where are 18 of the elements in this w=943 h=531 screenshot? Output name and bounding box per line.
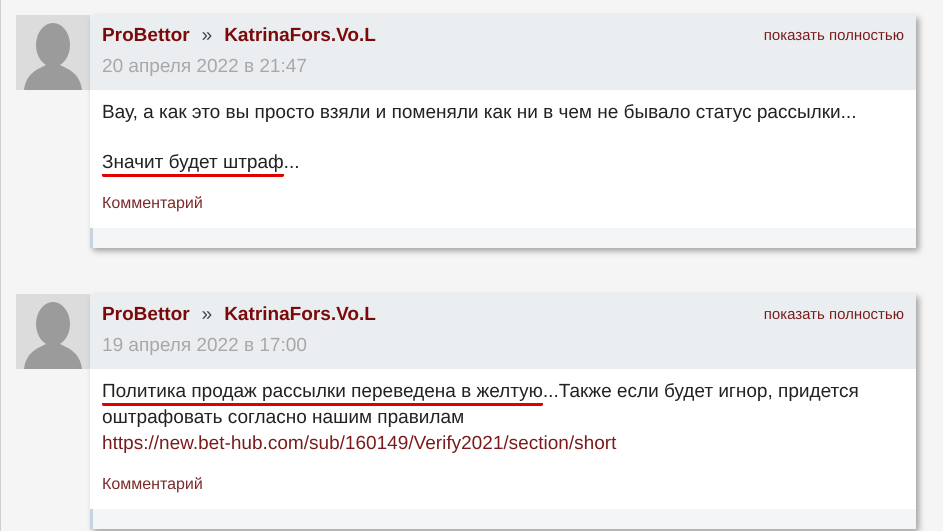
person-silhouette-icon <box>24 23 82 90</box>
recipient-link[interactable]: KatrinaFors.Vo.L <box>224 301 376 330</box>
person-silhouette-icon <box>24 302 82 369</box>
separator: » <box>202 24 212 48</box>
comment-date: 20 апреля 2022 в 21:47 <box>102 54 308 78</box>
author-link[interactable]: ProBettor <box>102 301 190 330</box>
show-full-link[interactable]: показать полностью <box>764 25 904 48</box>
show-full-link[interactable]: показать полностью <box>764 304 904 326</box>
author-link[interactable]: ProBettor <box>102 22 190 50</box>
separator: » <box>202 303 212 327</box>
comment-text: Значит будет штраф... <box>102 150 904 176</box>
comment-text: Политика продаж рассылки переведена в желтую...Также если будет игнор, придется оштрафовать согласно нашим правилам https://new.bet-hub.com/sub/160149/Verify2021/section/short <box>102 380 860 456</box>
url-link[interactable]: https://new.bet-hub.com/sub/160149/Verify2021/section/short <box>102 433 616 454</box>
recipient-link[interactable]: KatrinaFors.Vo.L <box>224 22 376 50</box>
comment-text: Вау, а как это вы просто взяли и поменяли как ни в чем не бывало статус рассылки... <box>102 101 858 125</box>
comment-date: 19 апреля 2022 в 17:00 <box>102 334 308 358</box>
comment-link[interactable]: Комментарий <box>102 476 203 493</box>
comment-link[interactable]: Комментарий <box>102 195 203 212</box>
